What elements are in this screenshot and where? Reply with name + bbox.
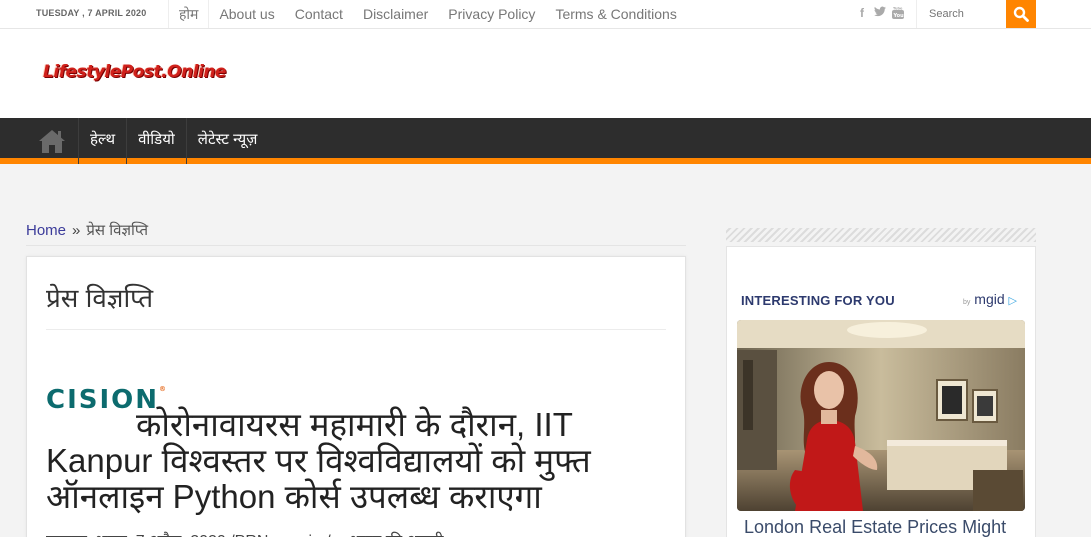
site-logo[interactable]: LifestylePost.Online — [43, 62, 226, 82]
main-nav-latest-news[interactable]: लेटेस्ट न्यूज़ — [185, 118, 269, 164]
facebook-icon[interactable]: f — [856, 6, 868, 20]
search-box — [916, 0, 1007, 28]
promo-image[interactable] — [737, 320, 1025, 511]
main-nav-health[interactable]: हेल्थ — [78, 118, 126, 164]
top-nav-home[interactable]: होम — [169, 0, 208, 28]
main-nav-video[interactable]: वीडियो — [126, 118, 186, 164]
breadcrumb-separator: » — [72, 222, 81, 239]
svg-text:You: You — [893, 13, 905, 19]
article-card: प्रेस विज्ञप्ति CISION® कोरोनावायरस महाम… — [26, 256, 686, 537]
search-input[interactable] — [917, 0, 1007, 28]
top-nav-contact[interactable]: Contact — [285, 0, 353, 28]
page-title: प्रेस विज्ञप्ति — [46, 283, 154, 313]
current-date: TUESDAY , 7 APRIL 2020 — [36, 8, 147, 18]
provider-name: mgid — [974, 291, 1005, 307]
adchoices-icon: ▷ — [1008, 295, 1018, 307]
breadcrumb-current: प्रेस विज्ञप्ति — [86, 222, 149, 239]
home-icon — [39, 130, 65, 153]
top-navigation: होम About us Contact Disclaimer Privacy … — [168, 0, 687, 28]
top-bar: TUESDAY , 7 APRIL 2020 होम About us Cont… — [0, 0, 1091, 29]
divider — [46, 329, 666, 330]
youtube-icon[interactable]: You Tube — [892, 6, 904, 20]
registered-mark: ® — [159, 385, 167, 393]
top-nav-about-us[interactable]: About us — [209, 0, 284, 28]
sidebar-divider — [726, 228, 1036, 242]
mgid-logo[interactable]: by mgid ▷ — [963, 291, 1017, 307]
top-nav-disclaimer[interactable]: Disclaimer — [353, 0, 438, 28]
main-nav-items: हेल्थ वीडियो लेटेस्ट न्यूज़ — [78, 118, 268, 164]
widget-heading: INTERESTING FOR YOU — [741, 293, 895, 308]
breadcrumb-home[interactable]: Home — [26, 222, 66, 239]
top-nav-privacy-policy[interactable]: Privacy Policy — [438, 0, 545, 28]
home-button[interactable] — [26, 118, 78, 164]
svg-text:Tube: Tube — [893, 6, 903, 10]
search-button[interactable] — [1006, 0, 1036, 28]
article-headline: कोरोनावायरस महामारी के दौरान, IIT Kanpur… — [46, 406, 591, 515]
provider-by: by — [963, 299, 971, 306]
sidebar-widget: INTERESTING FOR YOU by mgid ▷ London Rea… — [726, 246, 1036, 537]
search-icon — [1013, 6, 1029, 22]
main-navigation: हेल्थ वीडियो लेटेस्ट न्यूज़ — [0, 118, 1091, 164]
breadcrumb: Home » प्रेस विज्ञप्ति — [26, 220, 686, 246]
promo-photo — [737, 320, 1025, 511]
site-header: LifestylePost.Online — [0, 29, 1091, 118]
top-nav-terms-conditions[interactable]: Terms & Conditions — [545, 0, 686, 28]
promo-title[interactable]: London Real Estate Prices Might — [744, 517, 1006, 537]
social-links: f You Tube — [856, 6, 904, 20]
article-teaser: कानपुर, भारत, 7 अप्रैल, 2020 /PRNewswire… — [46, 529, 666, 537]
twitter-icon[interactable] — [874, 6, 886, 20]
